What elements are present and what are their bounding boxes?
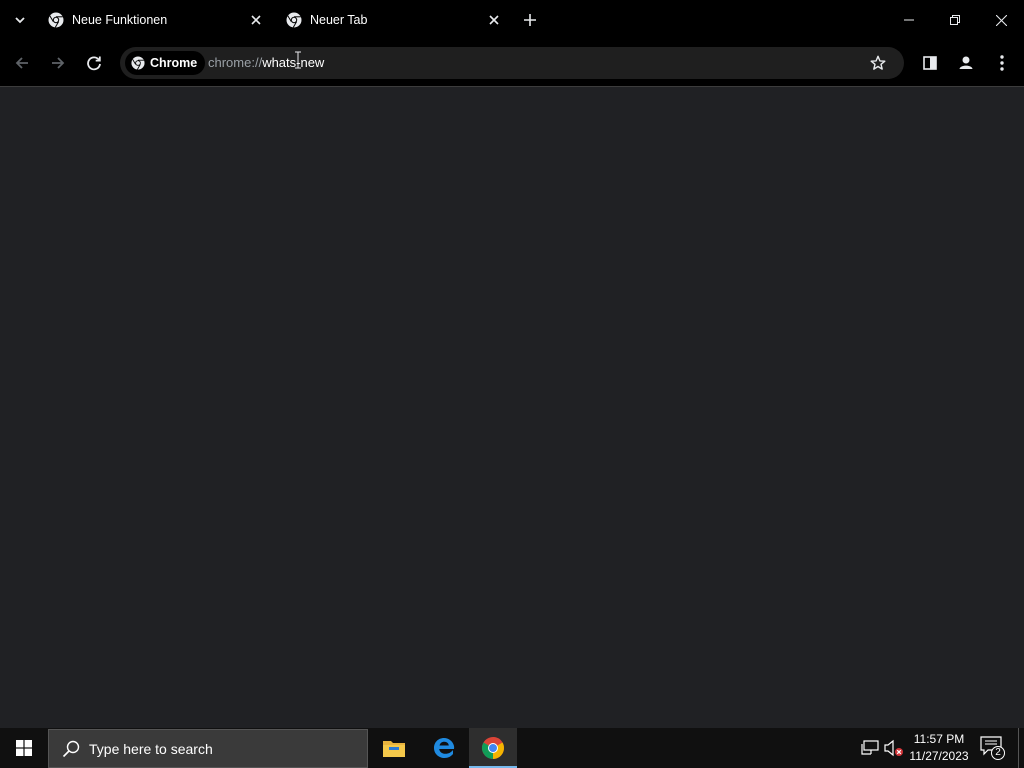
taskbar-search[interactable]: Type here to search: [48, 729, 368, 768]
profile-button[interactable]: [953, 51, 979, 75]
search-placeholder: Type here to search: [89, 741, 213, 757]
page-content[interactable]: [0, 87, 1024, 728]
taskbar-clock[interactable]: 11:57 PM 11/27/2023: [904, 731, 974, 765]
chrome-page-chip[interactable]: Chrome: [125, 51, 206, 75]
tab-close-button[interactable]: [248, 12, 264, 28]
volume-tray-button[interactable]: [884, 738, 904, 758]
volume-muted-icon: [884, 739, 903, 757]
clock-date: 11/27/2023: [909, 749, 969, 763]
search-icon: [62, 740, 80, 758]
new-tab-button[interactable]: [520, 10, 540, 30]
arrow-right-icon: [52, 57, 65, 69]
forward-button[interactable]: [45, 51, 71, 75]
tab-title: Neuer Tab: [310, 13, 368, 27]
minimize-icon: [904, 19, 914, 21]
side-panel-button[interactable]: [917, 51, 943, 75]
folder-icon: [383, 741, 405, 757]
minimize-button[interactable]: [886, 0, 932, 40]
chrome-icon: [286, 12, 302, 28]
show-desktop-button[interactable]: [1018, 728, 1024, 768]
chrome-taskbar-button[interactable]: [469, 728, 517, 768]
chrome-icon: [482, 737, 504, 759]
tab-neue-funktionen[interactable]: Neue Funktionen: [40, 0, 276, 41]
network-tray-button[interactable]: [860, 738, 880, 758]
network-icon: [861, 740, 879, 755]
kebab-menu-icon: [1000, 55, 1004, 71]
tab-title: Neue Funktionen: [72, 13, 168, 27]
chevron-down-icon: [15, 17, 25, 24]
menu-button[interactable]: [989, 51, 1015, 75]
file-explorer-button[interactable]: [370, 728, 418, 768]
address-bar[interactable]: Chrome chrome://whats-new: [120, 47, 904, 79]
action-center-button[interactable]: 2: [980, 736, 1008, 762]
tab-close-button[interactable]: [486, 12, 502, 28]
chrome-icon: [131, 56, 145, 70]
edge-button[interactable]: [420, 728, 468, 768]
tab-strip: Neue Funktionen Neuer Tab: [0, 0, 1024, 41]
toolbar: Chrome chrome://whats-new: [0, 41, 1024, 86]
close-icon: [251, 15, 261, 25]
plus-icon: [524, 14, 536, 26]
tab-search-button[interactable]: [8, 9, 32, 31]
back-button[interactable]: [9, 51, 35, 75]
close-icon: [489, 15, 499, 25]
windows-logo-icon: [16, 740, 32, 756]
arrow-left-icon: [15, 57, 28, 69]
chip-label: Chrome: [150, 56, 198, 70]
notification-count-badge: 2: [991, 746, 1005, 760]
text-cursor-icon: [295, 51, 301, 69]
restore-icon: [950, 15, 960, 25]
close-icon: [995, 14, 1007, 26]
tab-neuer-tab[interactable]: Neuer Tab: [278, 0, 514, 41]
bookmark-button[interactable]: [868, 53, 888, 73]
star-icon: [870, 55, 886, 70]
screen: Neue Funktionen Neuer Tab Chrome chrome:…: [0, 0, 1024, 768]
profile-icon: [959, 56, 973, 69]
taskbar: Type here to search 11:57 PM 11/27/2023 …: [0, 728, 1024, 768]
reload-icon: [87, 56, 101, 71]
restore-button[interactable]: [932, 0, 978, 40]
url-scheme: chrome://: [208, 55, 263, 70]
chrome-icon: [48, 12, 64, 28]
edge-icon: [434, 738, 455, 758]
start-button[interactable]: [0, 728, 48, 768]
reload-button[interactable]: [81, 51, 107, 75]
close-window-button[interactable]: [978, 0, 1024, 40]
url-text[interactable]: chrome://whats-new: [208, 55, 324, 70]
clock-time: 11:57 PM: [913, 732, 965, 746]
side-panel-icon: [923, 56, 937, 70]
